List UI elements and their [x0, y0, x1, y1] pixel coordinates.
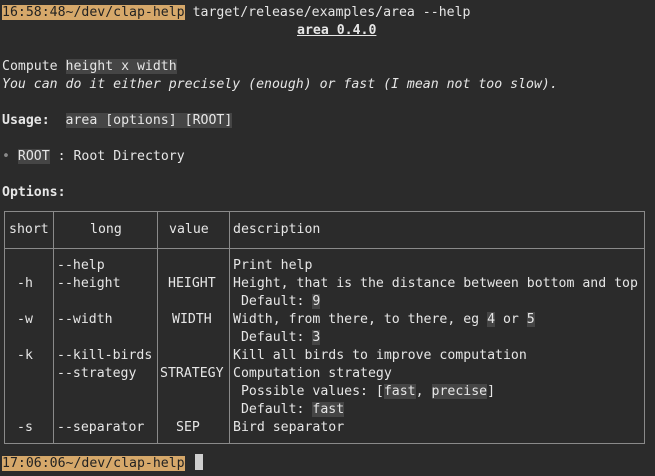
desc-text: ]	[487, 384, 496, 399]
possible-values-line: Possible values: [fast, precise]	[233, 383, 495, 401]
about-line-2: You can do it either precisely (enough) …	[2, 77, 558, 92]
usage-value: area [options] [ROOT]	[65, 113, 233, 128]
desc-highlight: fast	[383, 384, 416, 399]
option-short: -h	[17, 276, 33, 291]
default-value: 3	[312, 330, 321, 345]
option-desc: Bird separator	[233, 420, 345, 435]
options-table: short long value description --help Prin…	[4, 211, 645, 444]
header-long: long	[90, 222, 122, 237]
default-value: fast	[312, 402, 345, 417]
desc-text: Width, from there, to there, eg	[233, 312, 488, 327]
terminal-cursor[interactable]	[194, 454, 203, 470]
table-divider	[53, 212, 54, 443]
desc-highlight: 5	[526, 312, 535, 327]
option-long: --help	[57, 258, 105, 273]
command-text: target/release/examples/area --help	[184, 5, 471, 20]
option-desc: Height, that is the distance between bot…	[233, 276, 638, 291]
prompt-time: 16:58:48	[2, 5, 66, 20]
default-value: 9	[312, 294, 321, 309]
option-long: --width	[57, 312, 113, 327]
usage-line: Usage: area [options] [ROOT]	[2, 112, 233, 130]
option-desc: Print help	[233, 258, 313, 273]
option-value: STRATEGY	[160, 366, 224, 381]
arg-desc: : Root Directory	[49, 149, 185, 164]
option-desc: Width, from there, to there, eg 4 or 5	[233, 311, 535, 329]
option-short: -s	[17, 420, 33, 435]
arg-name: ROOT	[17, 149, 50, 164]
about-line-1: Compute height x width	[2, 58, 177, 76]
prompt-path: ~/dev/clap-help	[65, 5, 185, 20]
header-value: value	[169, 222, 209, 237]
prompt-path: ~/dev/clap-help	[65, 456, 185, 471]
table-divider	[157, 212, 158, 443]
default-line: Default: 3	[233, 329, 321, 347]
about-prefix: Compute	[2, 59, 66, 74]
header-short: short	[9, 222, 49, 237]
desc-highlight: precise	[431, 384, 488, 399]
option-desc: Kill all birds to improve computation	[233, 348, 527, 363]
header-description: description	[233, 222, 321, 237]
default-label: Default:	[233, 294, 313, 309]
usage-label: Usage:	[2, 113, 50, 128]
default-line: Default: fast	[233, 401, 345, 419]
desc-text: or	[495, 312, 527, 327]
prompt-line-1: 16:58:48~/dev/clap-help target/release/e…	[2, 4, 470, 22]
option-value: SEP	[176, 420, 200, 435]
options-label: Options:	[2, 185, 66, 200]
prompt-line-2: 17:06:06~/dev/clap-help	[2, 454, 203, 472]
bullet-icon: •	[2, 149, 10, 164]
option-short: -w	[17, 312, 33, 327]
option-value: WIDTH	[172, 312, 212, 327]
option-long: --strategy	[57, 366, 137, 381]
table-divider	[229, 212, 230, 443]
default-label: Default:	[233, 330, 313, 345]
desc-text: ,	[415, 384, 432, 399]
table-header-divider	[5, 248, 644, 249]
desc-text: Possible values: [	[233, 384, 384, 399]
option-long: --kill-birds	[57, 348, 153, 363]
option-long: --separator	[57, 420, 145, 435]
option-desc: Computation strategy	[233, 366, 392, 381]
option-value: HEIGHT	[168, 276, 216, 291]
default-label: Default:	[233, 402, 313, 417]
option-short: -k	[17, 348, 33, 363]
option-long: --height	[57, 276, 121, 291]
about-highlight: height x width	[65, 59, 177, 74]
arg-line: • ROOT : Root Directory	[2, 148, 185, 166]
app-title: area 0.4.0	[297, 23, 377, 38]
default-line: Default: 9	[233, 293, 321, 311]
prompt-time: 17:06:06	[2, 456, 66, 471]
desc-highlight: 4	[487, 312, 496, 327]
